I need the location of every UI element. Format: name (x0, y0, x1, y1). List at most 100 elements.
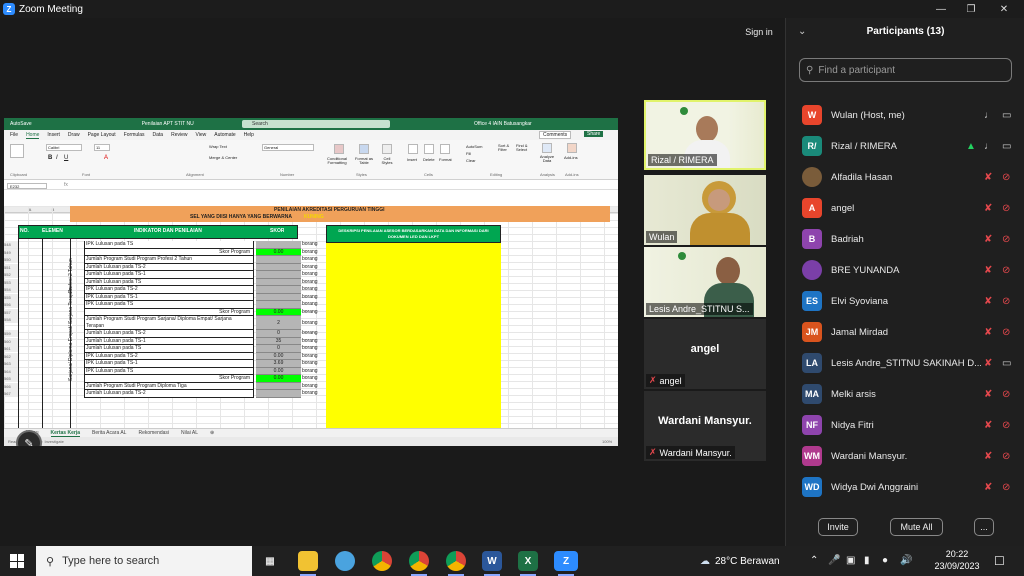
find-participant-input[interactable]: ⚲ Find a participant (799, 58, 1012, 82)
skor-cell[interactable] (256, 241, 301, 249)
analyze-data-icon[interactable] (542, 143, 552, 153)
skor-cell[interactable] (256, 286, 301, 294)
excel-menu-view[interactable]: View (196, 132, 207, 138)
mic-muted-icon[interactable]: ✘ (984, 420, 992, 431)
sign-in-button[interactable]: Sign in (738, 24, 780, 40)
name-tile-wardani[interactable]: Wardani Mansyur. ✗ Wardani Mansyur. (644, 391, 766, 461)
mic-icon[interactable]: ♩ (984, 141, 994, 152)
video-off-icon[interactable]: ⊘ (1002, 482, 1010, 493)
network-icon[interactable]: ● (882, 555, 888, 566)
fill-button[interactable]: Fill (466, 151, 471, 156)
find-select-button[interactable]: Find & Select (516, 144, 532, 152)
participant-row[interactable]: LA Lesis Andre_STITNU SAKINAH D... ✘ ▭ (786, 348, 1024, 378)
participant-row[interactable]: Alfadila Hasan ✘ ⊘ (786, 162, 1024, 192)
skor-cell[interactable] (256, 293, 301, 301)
excel-menu-insert[interactable]: Insert (47, 132, 60, 138)
video-icon[interactable]: ▭ (1002, 141, 1011, 152)
excel-menu-formulas[interactable]: Formulas (124, 132, 145, 138)
minimize-icon[interactable]: — (925, 0, 957, 18)
windows-start-icon[interactable] (10, 554, 24, 568)
video-off-icon[interactable]: ⊘ (1002, 451, 1010, 462)
video-off-icon[interactable]: ⊘ (1002, 172, 1010, 183)
participant-row[interactable]: ES Elvi Syoviana ✘ ⊘ (786, 286, 1024, 316)
skor-cell[interactable] (256, 263, 301, 271)
participant-row[interactable]: R/Rizal / RIMERA ▲ ♩ ▭ (786, 131, 1024, 161)
excel-menu-file[interactable]: File (10, 132, 18, 138)
excel-menu-help[interactable]: Help (244, 132, 254, 138)
app-globe-icon[interactable] (335, 551, 355, 571)
participant-row[interactable]: NF Nidya Fitri ✘ ⊘ (786, 410, 1024, 440)
skor-cell[interactable] (256, 256, 301, 264)
chrome-icon[interactable] (446, 551, 466, 571)
name-box[interactable]: E232 (7, 183, 47, 189)
participant-row[interactable]: Aangel ✘ ⊘ (786, 193, 1024, 223)
clear-button[interactable]: Clear (466, 158, 476, 163)
mic-muted-icon[interactable]: ✘ (984, 265, 992, 276)
add-sheet-icon[interactable]: ⊕ (210, 430, 214, 436)
excel-menu-page-layout[interactable]: Page Layout (88, 132, 116, 138)
participant-row[interactable]: B Badriah ✘ ⊘ (786, 224, 1024, 254)
video-tile-rizal[interactable]: Rizal / RIMERA (644, 100, 766, 170)
mic-muted-icon[interactable]: ✘ (984, 172, 992, 183)
chrome-icon[interactable] (409, 551, 429, 571)
excel-search-input[interactable]: Search (242, 120, 390, 128)
video-off-icon[interactable]: ⊘ (1002, 265, 1010, 276)
participant-row[interactable]: JM Jamal Mirdad ✘ ⊘ (786, 317, 1024, 347)
mic-muted-icon[interactable]: ✘ (984, 203, 992, 214)
excel-menu-data[interactable]: Data (153, 132, 164, 138)
video-off-icon[interactable]: ⊘ (1002, 420, 1010, 431)
battery-icon[interactable]: ▮ (864, 555, 870, 566)
microphone-icon[interactable]: 🎤 (828, 555, 840, 566)
skor-cell[interactable] (256, 271, 301, 279)
video-off-icon[interactable]: ⊘ (1002, 296, 1010, 307)
share-button[interactable]: Share (584, 131, 604, 137)
file-explorer-icon[interactable] (298, 551, 318, 571)
taskbar-search-input[interactable]: ⚲ Type here to search (36, 546, 252, 576)
video-off-icon[interactable]: ⊘ (1002, 389, 1010, 400)
number-format-select[interactable]: General (262, 144, 314, 151)
deskripsi-input-area[interactable] (326, 243, 501, 428)
sheet-tab[interactable]: Nilai AL (181, 430, 198, 436)
bold-button[interactable]: B (48, 155, 52, 161)
format-as-table-icon[interactable] (359, 144, 369, 154)
volume-icon[interactable]: 🔊 (900, 555, 912, 566)
skor-cell[interactable] (256, 390, 301, 398)
mic-muted-icon[interactable]: ✘ (984, 296, 992, 307)
conditional-formatting-icon[interactable] (334, 144, 344, 154)
video-off-icon[interactable]: ⊘ (1002, 327, 1010, 338)
participant-row[interactable]: WM Wardani Mansyur. ✘ ⊘ (786, 441, 1024, 471)
font-color-button[interactable]: A (104, 155, 108, 161)
worksheet-grid[interactable]: PENILAIAN AKREDITASI PERGURUAN TINGGI SEL… (4, 206, 618, 429)
addins-icon[interactable] (567, 143, 577, 153)
mic-muted-icon[interactable]: ✘ (984, 482, 992, 493)
delete-cells-icon[interactable] (424, 144, 434, 154)
mic-muted-icon[interactable]: ✘ (984, 451, 992, 462)
font-size-select[interactable]: 11 (94, 144, 110, 151)
zoom-app-icon[interactable]: Z (554, 551, 578, 571)
underline-button[interactable]: U (64, 155, 68, 161)
mic-icon[interactable]: ♩ (984, 110, 994, 121)
sheet-tab[interactable]: Kertas Kerja (50, 430, 80, 437)
name-tile-angel[interactable]: angel ✗ angel (644, 319, 766, 389)
wrap-text-button[interactable]: Wrap Text (209, 144, 227, 149)
merge-center-button[interactable]: Merge & Center (209, 155, 237, 160)
mic-muted-icon[interactable]: ✘ (984, 358, 992, 369)
italic-button[interactable]: I (56, 155, 58, 161)
participant-row[interactable]: BRE YUNANDA ✘ ⊘ (786, 255, 1024, 285)
video-off-icon[interactable]: ⊘ (1002, 203, 1010, 214)
taskbar-clock[interactable]: 20:22 23/09/2023 (930, 548, 984, 572)
notifications-icon[interactable]: ☐ (994, 554, 1005, 568)
excel-menu-home[interactable]: Home (26, 132, 40, 139)
weather-widget[interactable]: ☁ 28°C Berawan (700, 546, 780, 576)
excel-menu-automate[interactable]: Automate (214, 132, 235, 138)
participant-row[interactable]: W Wulan (Host, me) ♩ ▭ (786, 100, 1024, 130)
word-icon[interactable]: W (482, 551, 502, 571)
cell-styles-icon[interactable] (382, 144, 392, 154)
mute-all-button[interactable]: Mute All (890, 518, 943, 536)
video-off-icon[interactable]: ⊘ (1002, 234, 1010, 245)
sort-filter-button[interactable]: Sort & Filter (498, 144, 514, 152)
video-icon[interactable]: ▭ (1002, 358, 1011, 369)
close-icon[interactable]: ✕ (988, 0, 1020, 18)
video-tile-lesis[interactable]: Lesis Andre_STITNU S... (644, 247, 766, 317)
participant-row[interactable]: MA Melki arsis ✘ ⊘ (786, 379, 1024, 409)
